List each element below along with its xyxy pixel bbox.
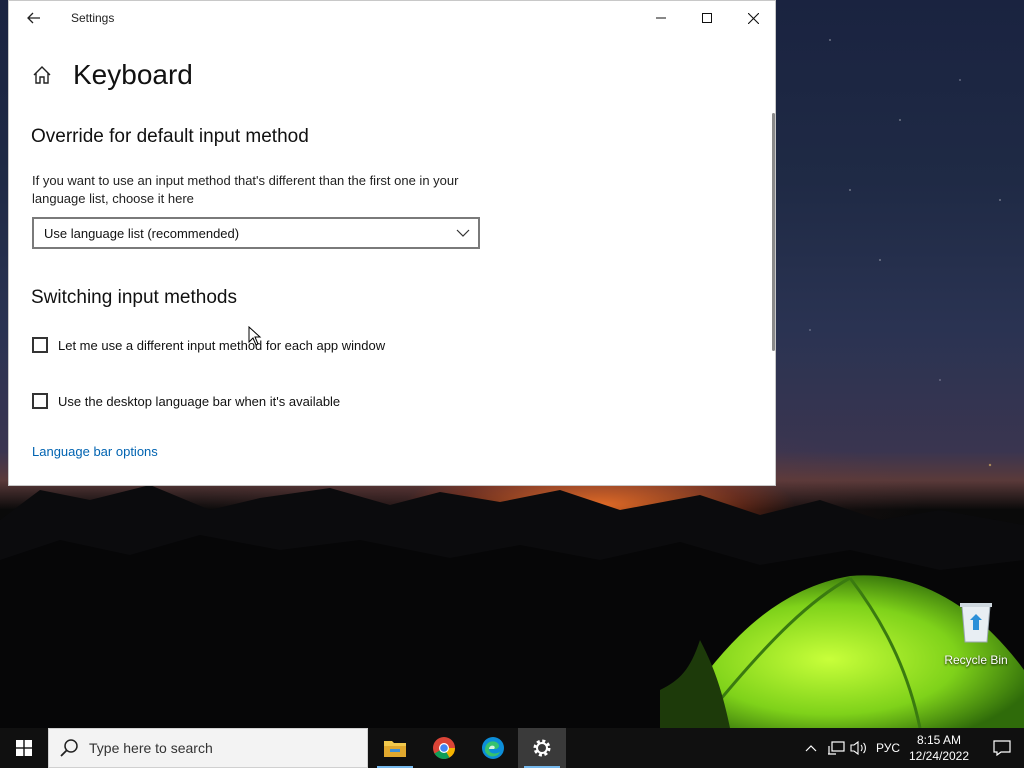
close-button[interactable] bbox=[730, 1, 775, 35]
per-app-input-label: Let me use a different input method for … bbox=[58, 337, 386, 353]
taskbar-search-box[interactable]: Type here to search bbox=[48, 728, 368, 768]
minimize-icon bbox=[656, 17, 666, 19]
per-app-input-checkbox[interactable] bbox=[32, 337, 48, 353]
taskbar-file-explorer[interactable] bbox=[371, 728, 419, 768]
close-icon bbox=[747, 12, 759, 24]
taskbar-clock[interactable]: 8:15 AM 12/24/2022 bbox=[904, 732, 974, 764]
search-placeholder: Type here to search bbox=[89, 740, 213, 756]
action-center-button[interactable] bbox=[980, 728, 1024, 768]
start-button[interactable] bbox=[0, 728, 48, 768]
input-language-indicator[interactable]: РУС bbox=[872, 728, 904, 768]
maximize-icon bbox=[702, 13, 712, 23]
taskbar: Type here to search РУС 8:15 AM 12/24/20… bbox=[0, 728, 1024, 768]
taskbar-chrome[interactable] bbox=[420, 728, 468, 768]
override-description: If you want to use an input method that'… bbox=[32, 173, 459, 206]
speaker-icon bbox=[850, 740, 866, 756]
back-arrow-icon bbox=[27, 12, 40, 24]
page-title: Keyboard bbox=[73, 59, 193, 90]
windows-logo-icon bbox=[16, 740, 32, 756]
show-hidden-icons-button[interactable] bbox=[802, 728, 820, 768]
recycle-bin-label: Recycle Bin bbox=[944, 653, 1008, 667]
file-explorer-icon bbox=[384, 741, 406, 757]
chrome-icon bbox=[433, 737, 455, 759]
desktop-language-bar-checkbox-row[interactable]: Use the desktop language bar when it's a… bbox=[32, 393, 340, 409]
switching-heading: Switching input methods bbox=[31, 287, 237, 308]
per-app-input-checkbox-row[interactable]: Let me use a different input method for … bbox=[32, 337, 385, 353]
title-bar[interactable]: Settings bbox=[9, 1, 775, 35]
recycle-bin-icon bbox=[960, 603, 992, 643]
chevron-up-icon bbox=[805, 745, 817, 752]
settings-window: Settings Keyboard Override for default i… bbox=[8, 0, 776, 486]
desktop-language-bar-checkbox[interactable] bbox=[32, 393, 48, 409]
recycle-bin-shortcut[interactable]: Recycle Bin bbox=[940, 600, 1012, 667]
search-icon bbox=[60, 739, 78, 757]
network-icon bbox=[828, 741, 845, 755]
clock-date: 12/24/2022 bbox=[908, 749, 970, 763]
gear-icon bbox=[533, 739, 551, 757]
back-button[interactable] bbox=[19, 5, 49, 31]
volume-control[interactable] bbox=[848, 728, 870, 768]
mouse-cursor-icon bbox=[248, 326, 262, 346]
edge-icon bbox=[482, 737, 504, 759]
override-heading: Override for default input method bbox=[31, 126, 309, 147]
maximize-button[interactable] bbox=[684, 1, 730, 35]
desktop-language-bar-label: Use the desktop language bar when it's a… bbox=[58, 393, 341, 409]
language-bar-options-link[interactable]: Language bar options bbox=[32, 444, 158, 459]
dropdown-value: Use language list (recommended) bbox=[44, 225, 240, 241]
notification-icon bbox=[993, 740, 1011, 756]
network-status[interactable] bbox=[824, 728, 848, 768]
page-header: Keyboard bbox=[31, 57, 193, 93]
minimize-button[interactable] bbox=[638, 1, 684, 35]
clock-time: 8:15 AM bbox=[916, 733, 962, 747]
input-method-dropdown[interactable]: Use language list (recommended) bbox=[32, 217, 480, 249]
chevron-down-icon bbox=[456, 229, 470, 237]
vertical-scrollbar[interactable] bbox=[772, 113, 775, 351]
home-icon[interactable] bbox=[31, 64, 53, 86]
taskbar-settings[interactable] bbox=[518, 728, 566, 768]
window-title: Settings bbox=[71, 11, 115, 25]
taskbar-edge[interactable] bbox=[469, 728, 517, 768]
